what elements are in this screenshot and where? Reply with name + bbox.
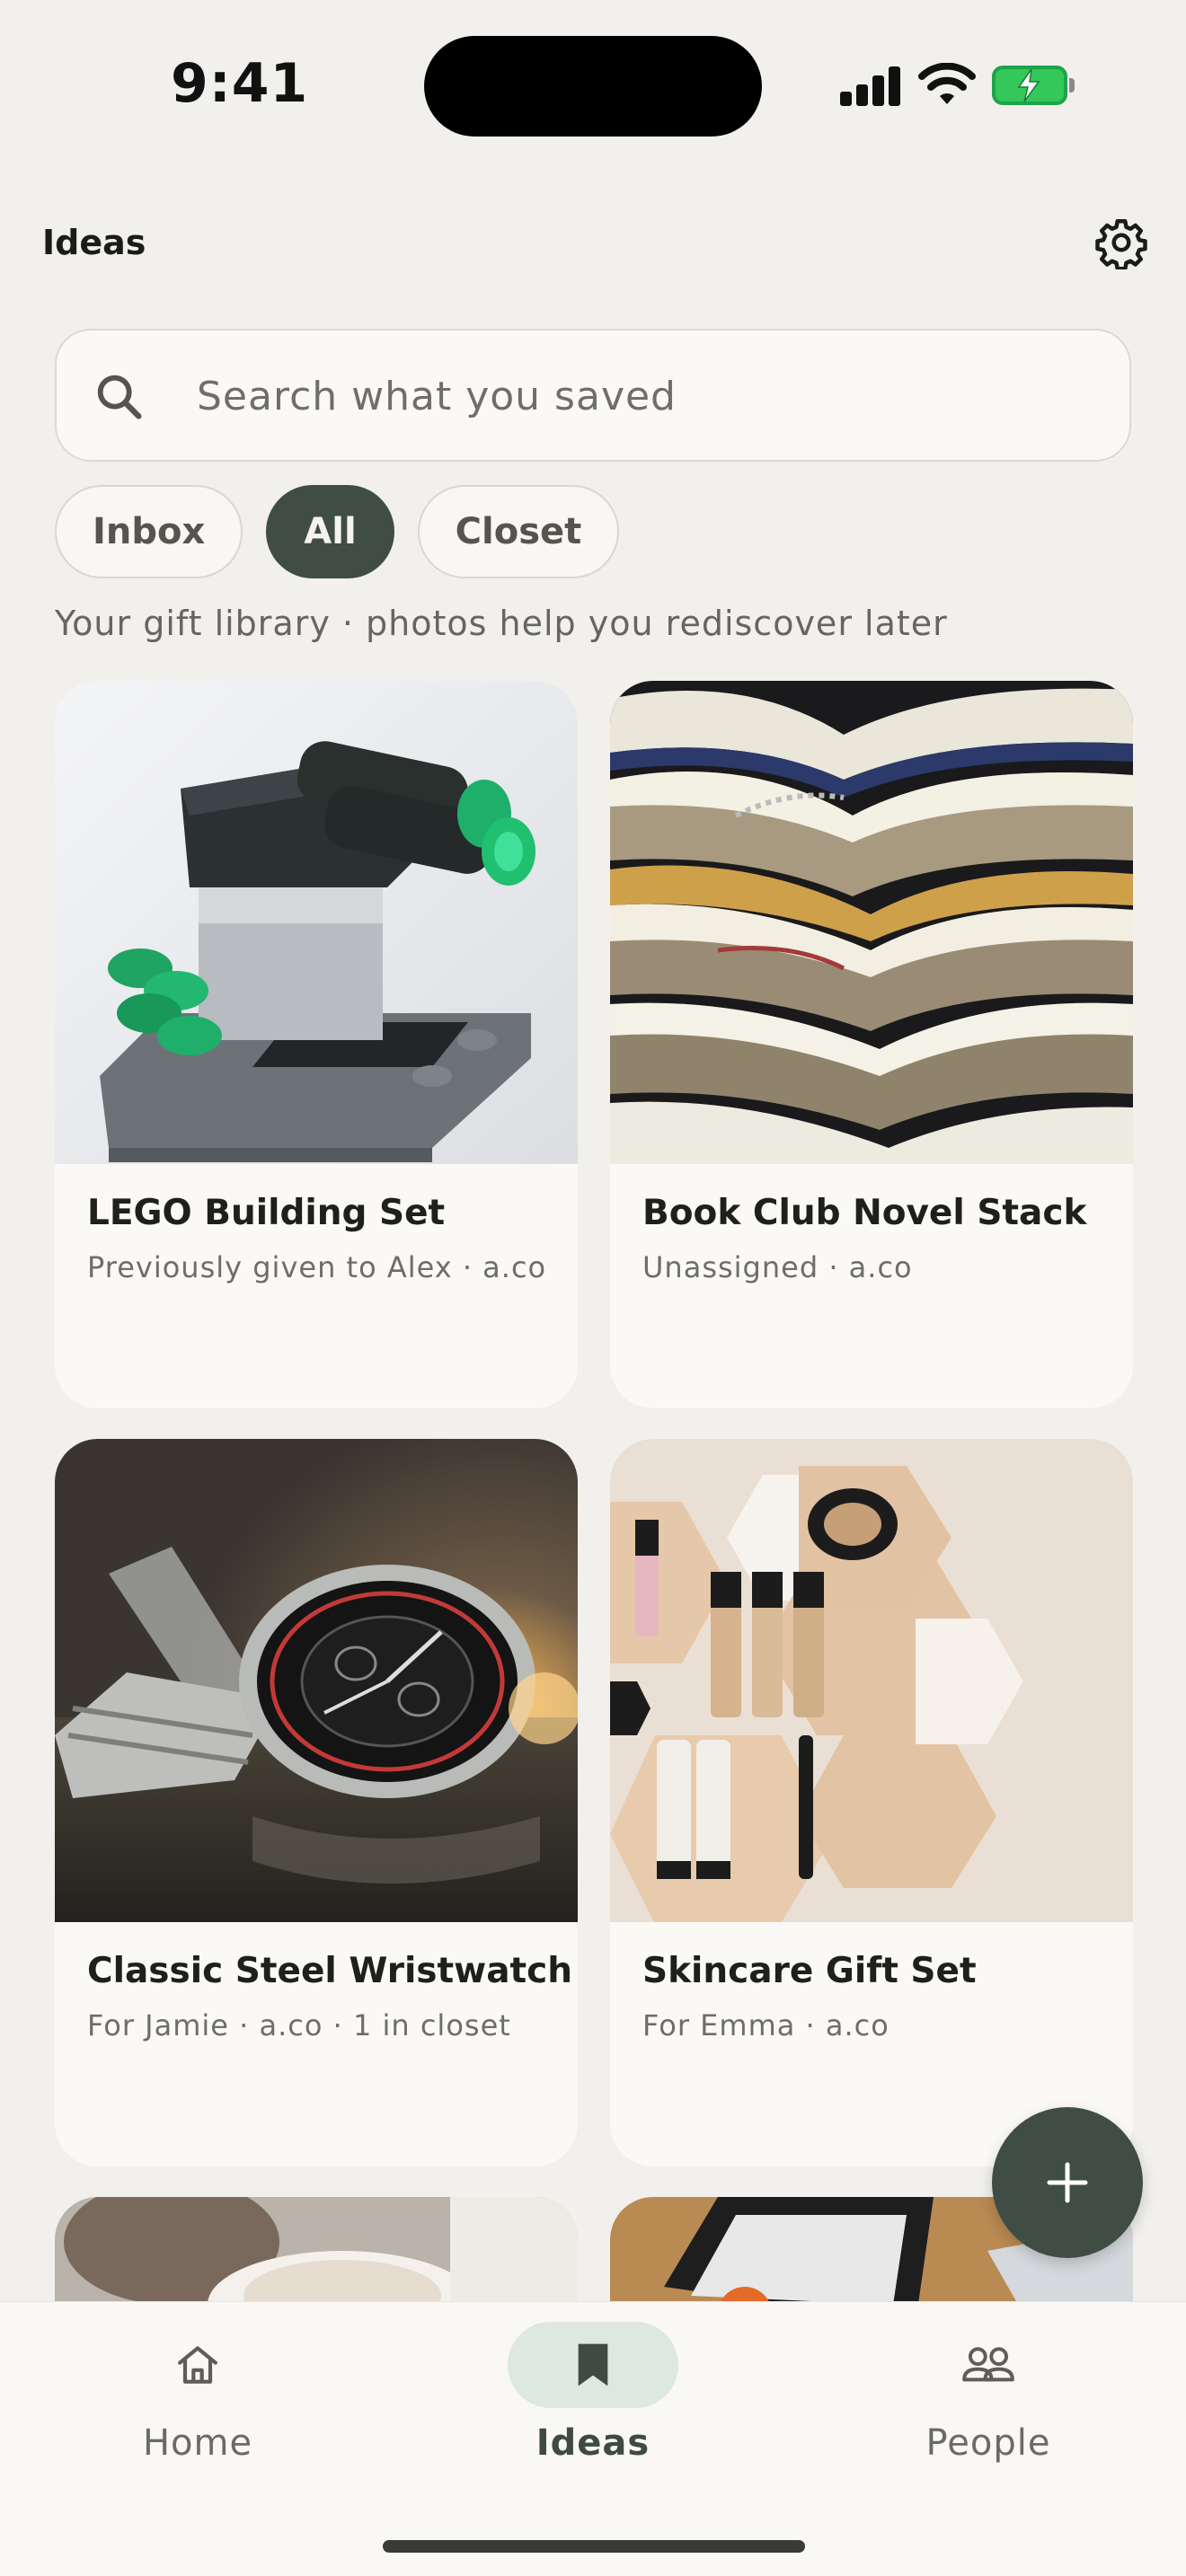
gift-card-skincare[interactable]: Skincare Gift Set For Emma · a.co <box>610 1439 1133 2166</box>
bookmark-icon <box>578 2343 608 2386</box>
nav-label: Ideas <box>535 2422 651 2464</box>
item-title: Book Club Novel Stack <box>642 1193 1087 1233</box>
nav-icon-wrap <box>903 2322 1074 2408</box>
nav-icon-wrap <box>112 2322 283 2408</box>
battery-charging-icon <box>992 66 1075 105</box>
item-title: LEGO Building Set <box>87 1193 446 1233</box>
item-meta: For Emma · a.co <box>642 2008 890 2042</box>
item-title: Classic Steel Wristwatch <box>87 1951 573 1991</box>
nav-label: People <box>925 2422 1051 2464</box>
home-icon <box>178 2346 217 2384</box>
gift-card-watch[interactable]: Classic Steel Wristwatch For Jamie · a.c… <box>55 1439 578 2166</box>
status-time: 9:41 <box>171 52 309 115</box>
status-bar: 9:41 <box>0 0 1186 171</box>
settings-button[interactable] <box>1093 214 1150 271</box>
nav-item-people[interactable]: People <box>854 2302 1123 2500</box>
plus-icon <box>1047 2162 1088 2203</box>
filter-chips: Inbox All Closet <box>55 485 620 578</box>
search-box[interactable] <box>55 329 1131 462</box>
gift-card-books[interactable]: Book Club Novel Stack Unassigned · a.co <box>610 681 1133 1408</box>
people-icon <box>962 2347 1014 2382</box>
wifi-icon <box>918 63 976 104</box>
item-meta: Unassigned · a.co <box>642 1250 913 1284</box>
chip-label: Inbox <box>93 511 206 552</box>
add-idea-button[interactable] <box>992 2107 1143 2258</box>
item-photo <box>610 1439 1133 1922</box>
item-photo <box>55 681 578 1164</box>
home-indicator <box>383 2540 805 2553</box>
search-input[interactable] <box>197 357 1095 435</box>
cellular-signal-icon <box>840 66 901 106</box>
chip-label: All <box>304 511 357 552</box>
nav-item-home[interactable]: Home <box>63 2302 332 2500</box>
item-photo <box>610 681 1133 1164</box>
item-meta: For Jamie · a.co · 1 in closet <box>87 2008 511 2042</box>
bottom-nav: Home Ideas People <box>0 2301 1186 2576</box>
item-meta: Previously given to Alex · a.co <box>87 1250 547 1284</box>
nav-icon-wrap-active <box>508 2322 678 2408</box>
nav-label: Home <box>142 2422 253 2464</box>
library-subtitle: Your gift library · photos help you redi… <box>55 604 948 643</box>
chip-all[interactable]: All <box>266 485 394 578</box>
page-title: Ideas <box>42 223 146 262</box>
search-icon <box>97 375 142 419</box>
chip-closet[interactable]: Closet <box>417 485 620 578</box>
gear-icon <box>1095 219 1147 269</box>
item-photo <box>55 1439 578 1922</box>
dynamic-island <box>424 36 762 137</box>
chip-label: Closet <box>455 511 582 552</box>
chip-inbox[interactable]: Inbox <box>55 485 243 578</box>
nav-item-ideas[interactable]: Ideas <box>458 2302 728 2500</box>
item-title: Skincare Gift Set <box>642 1951 977 1991</box>
gift-card-lego[interactable]: LEGO Building Set Previously given to Al… <box>55 681 578 1408</box>
